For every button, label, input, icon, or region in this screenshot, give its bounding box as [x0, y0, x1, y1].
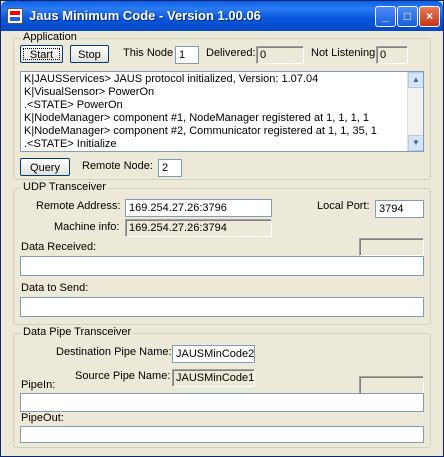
- udp-legend: UDP Transceiver: [21, 181, 108, 193]
- query-button[interactable]: Query: [20, 158, 70, 176]
- remote-node-field[interactable]: 2: [158, 159, 182, 177]
- pipe-in-field[interactable]: [20, 393, 424, 412]
- source-pipe-field: JAUSMinCode1: [172, 369, 255, 387]
- scroll-up-icon[interactable]: ▲: [408, 72, 423, 88]
- destination-pipe-field[interactable]: JAUSMinCode2: [172, 345, 255, 363]
- remote-address-label: Remote Address:: [36, 200, 121, 212]
- data-to-send-field[interactable]: [20, 297, 424, 317]
- pipe-in-label: PipeIn:: [21, 379, 56, 391]
- log-lines: K|JAUSServices> JAUS protocol initialize…: [24, 73, 404, 151]
- title-bar[interactable]: Jaus Minimum Code - Version 1.00.06 _ □ …: [1, 1, 443, 31]
- app-icon: [7, 8, 23, 24]
- log-line: .<STATE> PowerOn: [24, 99, 123, 111]
- log-line: K|NodeManager> component #2, Communicato…: [24, 125, 377, 137]
- start-button[interactable]: Start: [20, 45, 63, 63]
- source-pipe-label: Source Pipe Name:: [75, 370, 171, 382]
- log-scrollbar[interactable]: ▲ ▼: [407, 72, 423, 151]
- pipe-out-label: PipeOut:: [21, 412, 64, 424]
- this-node-field[interactable]: 1: [175, 46, 199, 64]
- data-received-field[interactable]: [20, 256, 424, 276]
- application-legend: Application: [21, 31, 79, 43]
- data-to-send-label: Data to Send:: [21, 282, 89, 294]
- data-received-status-field: [359, 238, 424, 256]
- delivered-field: 0: [256, 46, 304, 64]
- delivered-label: Delivered:: [206, 47, 256, 59]
- log-line: K|JAUSServices> JAUS protocol initialize…: [24, 73, 319, 85]
- main-window: Jaus Minimum Code - Version 1.00.06 _ □ …: [0, 0, 444, 457]
- scroll-down-icon[interactable]: ▼: [408, 135, 423, 151]
- data-received-label: Data Received:: [21, 241, 97, 253]
- remote-node-label: Remote Node:: [82, 160, 153, 172]
- destination-pipe-label: Destination Pipe Name:: [56, 346, 172, 358]
- not-listening-label: Not Listening:: [311, 47, 379, 59]
- log-line: K|NodeManager> component #1, NodeManager…: [24, 112, 369, 124]
- local-port-label: Local Port:: [317, 200, 370, 212]
- stop-button[interactable]: Stop: [70, 45, 109, 63]
- not-listening-field: 0: [376, 46, 408, 64]
- minimize-button[interactable]: _: [375, 6, 396, 27]
- local-port-field[interactable]: 3794: [375, 200, 424, 218]
- pipe-in-status-field: [359, 376, 424, 394]
- maximize-button[interactable]: □: [397, 6, 418, 27]
- machine-info-field: 169.254.27.26:3794: [125, 219, 272, 237]
- log-line: K|VisualSensor> PowerOn: [24, 86, 155, 98]
- this-node-label: This Node: [123, 47, 174, 59]
- pipe-legend: Data Pipe Transceiver: [21, 326, 134, 338]
- window-title: Jaus Minimum Code - Version 1.00.06: [29, 8, 261, 23]
- log-textbox[interactable]: K|JAUSServices> JAUS protocol initialize…: [20, 71, 424, 152]
- pipe-out-field[interactable]: [20, 426, 424, 443]
- remote-address-field[interactable]: 169.254.27.26:3796: [125, 199, 272, 217]
- machine-info-label: Machine info:: [54, 221, 120, 233]
- close-button[interactable]: ×: [419, 6, 440, 27]
- log-line: .<STATE> Initialize: [24, 138, 117, 150]
